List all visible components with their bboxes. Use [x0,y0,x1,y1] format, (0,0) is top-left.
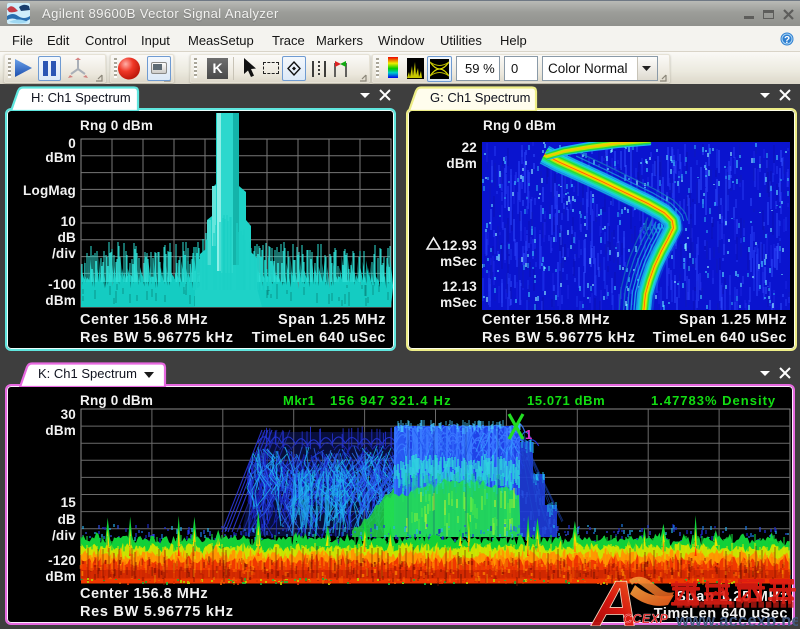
svg-text:CCEXP: CCEXP [623,612,668,626]
svg-text:www.accexp.net: www.accexp.net [675,612,800,629]
